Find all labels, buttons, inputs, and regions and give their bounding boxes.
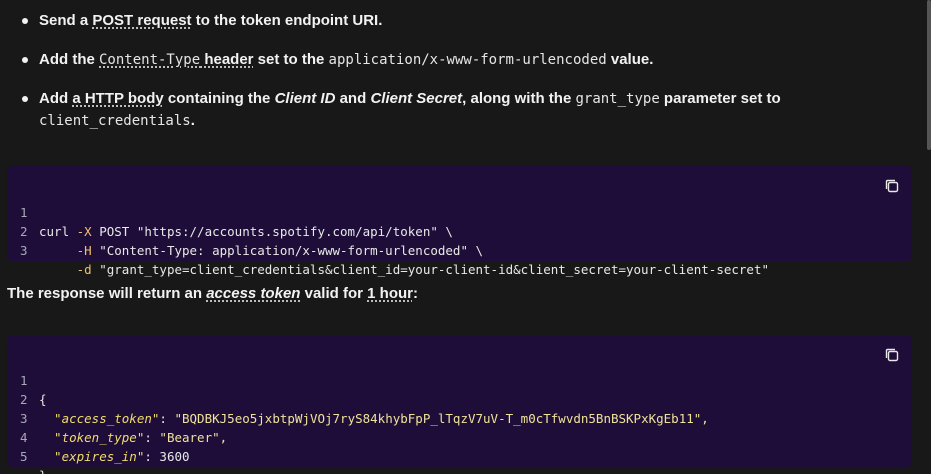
response-paragraph: The response will return an access token… (7, 283, 418, 304)
json-value: "BQDBKJ5eo5jxbtpWjVOj7ryS84khybFpP_lTqzV… (174, 411, 709, 426)
code-text: "access_token": "BQDBKJ5eo5jxbtpWjVOj7ry… (39, 409, 709, 428)
text: : (412, 285, 418, 302)
code-line: 3 "token_type": "Bearer", (7, 390, 227, 445)
copy-icon[interactable] (884, 178, 900, 194)
code-line: 2 -H "Content-Type: application/x-www-fo… (7, 203, 483, 258)
code-flag: -d (39, 262, 92, 277)
http-body-link[interactable]: a HTTP body (72, 90, 163, 107)
access-token-link[interactable]: access token (206, 285, 300, 302)
json-sep: : (144, 449, 160, 464)
inline-code: client_credentials (39, 113, 191, 129)
code-flag: -X (69, 224, 92, 239)
code-text: "token_type": "Bearer", (39, 428, 227, 447)
inline-code: grant_type (575, 91, 660, 107)
code-line: 1 { (7, 352, 52, 407)
text: to the token endpoint URI. (191, 12, 383, 29)
code-line: 1 curl -X POST "https://accounts.spotify… (7, 184, 453, 239)
inline-code: application/x-www-form-urlencoded (328, 52, 607, 68)
bullet-text-3: Add a HTTP body containing the Client ID… (39, 88, 882, 132)
json-value: "Bearer", (159, 430, 228, 445)
copy-icon[interactable] (884, 347, 900, 363)
code-line: 3 -d "grant_type=client_credentials&clie… (7, 222, 769, 277)
code-text: } (39, 466, 47, 474)
link-text: header (200, 51, 254, 68)
code-text: -d "grant_type=client_credentials&client… (39, 260, 769, 279)
one-hour-link[interactable]: 1 hour (367, 285, 413, 302)
italic-text: Client ID (274, 90, 336, 107)
code-line: 4 "expires_in": 3600 (7, 409, 190, 464)
json-sep: : (144, 430, 160, 445)
text: The response will return an (7, 285, 207, 302)
bullet-text-2: Add the Content-Type header set to the a… (39, 49, 882, 71)
code-text: -H "Content-Type: application/x-www-form… (39, 241, 483, 260)
json-value: 3600 (159, 449, 190, 464)
text: valid for (300, 285, 368, 302)
json-key: "access_token" (39, 411, 160, 426)
text: Send a (39, 12, 93, 29)
bullet-dot (22, 96, 28, 102)
code-block-response: 1 { 2 "access_token": "BQDBKJ5eo5jxbtpWj… (7, 335, 912, 474)
json-sep: } (39, 468, 47, 474)
code-block-curl: 1 curl -X POST "https://accounts.spotify… (7, 166, 912, 277)
scrollbar[interactable] (927, 0, 931, 150)
bullet-dot (22, 18, 28, 24)
content-type-header-link[interactable]: Content-Type header (99, 51, 254, 68)
code-rest: "Content-Type: application/x-www-form-ur… (91, 243, 484, 258)
text: parameter set to (659, 90, 781, 107)
text: . (190, 112, 195, 129)
json-key: "token_type" (39, 430, 145, 445)
page-content: Send a POST request to the token endpoin… (0, 0, 931, 474)
text: , along with the (462, 90, 576, 107)
text: containing the (163, 90, 275, 107)
code-rest: POST "https://accounts.spotify.com/api/t… (91, 224, 453, 239)
text: value. (606, 51, 654, 68)
inline-code: Content-Type (99, 52, 201, 68)
bullet-item-2: Add the Content-Type header set to the a… (22, 49, 882, 71)
text: Add (39, 90, 73, 107)
code-text: curl -X POST "https://accounts.spotify.c… (39, 222, 453, 241)
text: and (335, 90, 371, 107)
code-line: 5 } (7, 428, 52, 474)
line-number: 5 (20, 449, 28, 464)
code-rest: "grant_type=client_credentials&client_id… (91, 262, 769, 277)
bullet-item-3: Add a HTTP body containing the Client ID… (22, 88, 882, 132)
bullet-item-1: Send a POST request to the token endpoin… (22, 10, 882, 31)
post-request-link[interactable]: POST request (92, 12, 191, 29)
text: Add the (39, 51, 99, 68)
bullet-dot (22, 57, 28, 63)
text: set to the (253, 51, 329, 68)
code-text: "expires_in": 3600 (39, 447, 190, 466)
italic-text: Client Secret (370, 90, 463, 107)
json-key: "expires_in" (39, 449, 145, 464)
bullet-text-1: Send a POST request to the token endpoin… (39, 10, 882, 31)
line-number: 3 (20, 243, 28, 258)
code-line: 2 "access_token": "BQDBKJ5eo5jxbtpWjVOj7… (7, 371, 709, 426)
json-sep: : (159, 411, 175, 426)
